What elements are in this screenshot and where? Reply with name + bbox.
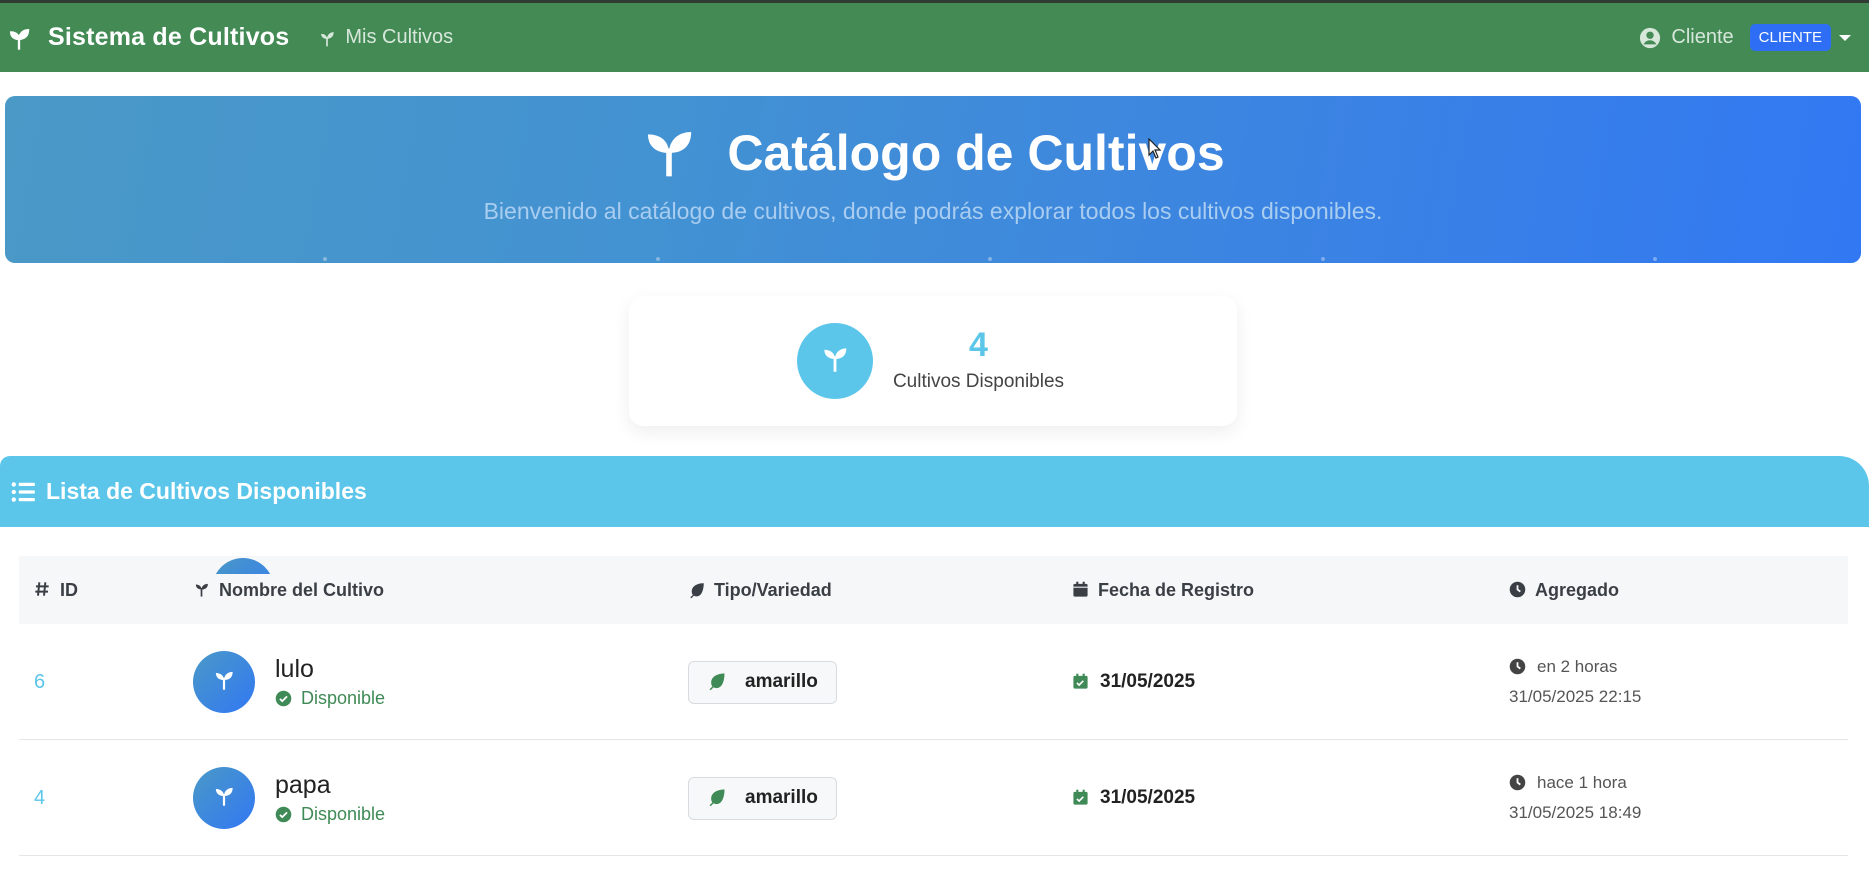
variety-cell: amarillo <box>688 740 837 856</box>
seedling-icon <box>317 27 339 49</box>
registration-date: 31/05/2025 <box>1100 671 1196 692</box>
column-header-label: Agregado <box>1535 579 1620 600</box>
crop-name: lulo <box>275 655 314 683</box>
variety-label: amarillo <box>745 787 818 808</box>
variety-badge: amarillo <box>688 660 837 704</box>
leaf-icon <box>707 787 729 809</box>
clock-icon <box>1509 658 1527 676</box>
status-label: Disponible <box>301 804 386 824</box>
stat-icon-circle <box>797 323 873 399</box>
column-header-label: Nombre del Cultivo <box>219 579 385 600</box>
crop-id-link[interactable]: 6 <box>34 671 45 694</box>
crop-avatar <box>193 767 255 829</box>
crop-name-cell: lulo Disponible <box>193 624 385 740</box>
column-header-variety[interactable]: Tipo/Variedad <box>688 556 832 624</box>
hashtag-icon <box>34 581 52 599</box>
hero-decoration <box>5 257 1861 263</box>
crops-table: ID Nombre del Cultivo Tipo/Variedad Fech… <box>19 556 1848 856</box>
mouse-cursor-icon <box>1148 138 1162 159</box>
navbar-brand[interactable]: Sistema de Cultivos <box>4 23 289 53</box>
crop-id-link[interactable]: 4 <box>34 787 45 810</box>
calendar-check-icon <box>1072 789 1090 807</box>
seedling-icon <box>211 667 237 698</box>
column-header-label: Tipo/Variedad <box>714 579 832 600</box>
chevron-down-icon[interactable] <box>1839 34 1851 41</box>
list-title: Lista de Cultivos Disponibles <box>46 478 367 504</box>
user-dropdown-toggle[interactable]: Cliente <box>1639 26 1734 50</box>
column-header-date[interactable]: Fecha de Registro <box>1072 556 1254 624</box>
status-label: Disponible <box>301 688 386 708</box>
stat-card: 4 Cultivos Disponibles <box>629 296 1237 426</box>
column-header-label: ID <box>60 579 78 600</box>
brand-title: Sistema de Cultivos <box>48 23 290 51</box>
status-badge: Disponible <box>275 804 385 825</box>
calendar-icon <box>1072 581 1090 599</box>
added-exact: 31/05/2025 18:49 <box>1509 803 1642 822</box>
user-menu[interactable]: Cliente CLIENTE <box>1639 3 1851 72</box>
column-header-added[interactable]: Agregado <box>1509 556 1619 624</box>
variety-cell: amarillo <box>688 624 837 740</box>
seedling-icon <box>211 783 237 814</box>
added-cell: hace 1 hora 31/05/2025 18:49 <box>1509 740 1641 856</box>
registration-date: 31/05/2025 <box>1100 787 1196 808</box>
hero-title: Catálogo de Cultivos <box>5 124 1861 182</box>
seedling-icon <box>193 581 211 599</box>
seedling-icon <box>818 342 852 381</box>
list-header: Lista de Cultivos Disponibles <box>0 456 1869 527</box>
crop-name-cell: papa Disponible <box>193 740 385 856</box>
date-cell: 31/05/2025 <box>1072 740 1195 856</box>
stat-value: 4 <box>969 326 988 364</box>
check-circle-icon <box>275 690 293 708</box>
crop-id[interactable]: 6 <box>34 624 45 740</box>
role-badge: CLIENTE <box>1749 24 1831 51</box>
user-label: Cliente <box>1671 26 1734 48</box>
hero-subtitle: Bienvenido al catálogo de cultivos, dond… <box>483 198 1383 224</box>
check-circle-icon <box>275 806 293 824</box>
variety-label: amarillo <box>745 671 818 692</box>
table-row[interactable]: 6 lulo Disponible amarillo 31/05/2025 en… <box>19 624 1848 740</box>
crop-avatar-partial <box>212 556 274 574</box>
leaf-icon <box>688 581 706 599</box>
seedling-icon <box>641 125 697 181</box>
nav-mis-cultivos-label: Mis Cultivos <box>345 26 454 48</box>
column-header-label: Fecha de Registro <box>1098 579 1255 600</box>
seedling-icon <box>4 23 34 53</box>
hero-banner: Catálogo de Cultivos Bienvenido al catál… <box>5 96 1861 263</box>
calendar-check-icon <box>1072 673 1090 691</box>
date-cell: 31/05/2025 <box>1072 624 1195 740</box>
crop-name: papa <box>275 771 331 799</box>
clock-icon <box>1509 774 1527 792</box>
column-header-id[interactable]: ID <box>34 556 78 624</box>
added-exact: 31/05/2025 22:15 <box>1509 687 1642 706</box>
status-badge: Disponible <box>275 688 385 709</box>
table-header: ID Nombre del Cultivo Tipo/Variedad Fech… <box>19 556 1848 624</box>
nav-mis-cultivos[interactable]: Mis Cultivos <box>317 26 453 49</box>
stat-label: Cultivos Disponibles <box>892 371 1065 392</box>
clock-icon <box>1509 581 1527 599</box>
table-row[interactable]: 4 papa Disponible amarillo 31/05/2025 ha… <box>19 740 1848 856</box>
added-relative: en 2 horas <box>1537 657 1618 676</box>
crop-avatar <box>193 651 255 713</box>
crop-id[interactable]: 4 <box>34 740 45 856</box>
added-relative: hace 1 hora <box>1537 773 1627 792</box>
leaf-icon <box>707 671 729 693</box>
top-navbar: Sistema de Cultivos Mis Cultivos Cliente… <box>0 0 1869 72</box>
list-icon <box>10 479 36 505</box>
user-circle-icon <box>1639 26 1663 50</box>
variety-badge: amarillo <box>688 776 837 820</box>
added-cell: en 2 horas 31/05/2025 22:15 <box>1509 624 1641 740</box>
